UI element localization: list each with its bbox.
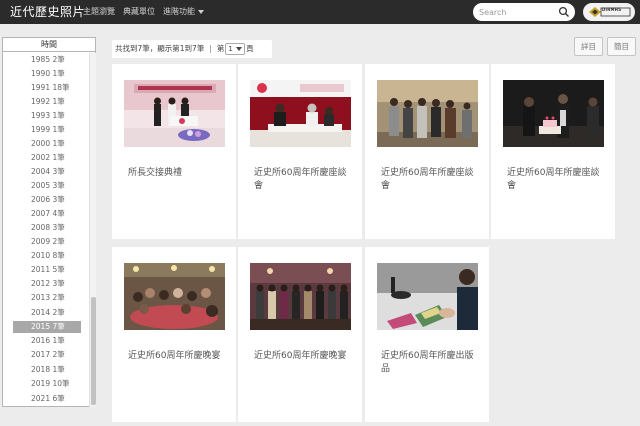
year-item[interactable]: 2012 3筆 [13,278,81,290]
result-summary-bar: 共找到7筆，顯示第1到7筆 | 第 1 頁 [112,40,272,58]
photo-caption[interactable]: 所長交接典禮 [128,167,224,180]
year-item[interactable]: 2000 1筆 [13,138,81,150]
nav-advanced-label: 進階功能 [163,7,195,16]
search-icon[interactable] [558,6,570,18]
site-title[interactable]: 近代歷史照片 [10,3,85,20]
photo-thumbnail[interactable] [250,263,351,330]
year-item[interactable]: 2002 1筆 [13,152,81,164]
photo-caption[interactable]: 近史所60周年所慶座談會 [507,167,603,193]
time-filter-panel: 時間 1985 2筆 1990 1筆 1991 18筆 1992 1筆 1993… [2,37,96,407]
photo-caption[interactable]: 近史所60周年所慶座談會 [381,167,477,193]
nav-collection-units[interactable]: 典藏單位 [123,6,155,17]
detailed-view-button[interactable]: 詳目 [574,37,603,56]
nav-theme-browse[interactable]: 主題瀏覽 [83,6,115,17]
photo-card[interactable]: 近史所60周年所慶晚宴 [238,247,362,422]
chevron-down-icon [236,47,243,51]
photo-thumbnail[interactable] [377,263,478,330]
photo-thumbnail[interactable] [377,80,478,147]
photo-thumbnail[interactable] [250,80,351,147]
year-item[interactable]: 2013 2筆 [13,292,81,304]
year-item[interactable]: 2017 2筆 [13,349,81,361]
year-item[interactable]: 2019 10筆 [13,378,81,390]
year-item[interactable]: 2021 6筆 [13,393,81,405]
photo-thumbnail[interactable] [124,263,225,330]
divider: | [209,44,212,53]
year-item[interactable]: 1990 1筆 [13,68,81,80]
photo-card[interactable]: 近史所60周年所慶出版品 [365,247,489,422]
photo-card[interactable]: 所長交接典禮 [112,64,236,239]
year-item[interactable]: 2009 2筆 [13,236,81,248]
year-item[interactable]: 2006 3筆 [13,194,81,206]
year-list: 1985 2筆 1990 1筆 1991 18筆 1992 1筆 1993 1筆… [3,53,89,407]
photo-caption[interactable]: 近史所60周年所慶出版品 [381,350,477,376]
page-prefix: 第 [216,44,225,53]
nav-advanced-functions[interactable]: 進階功能 [163,6,204,17]
brief-view-button[interactable]: 簡目 [607,37,636,56]
sidebar-title: 時間 [3,38,95,52]
year-item[interactable]: 1992 1筆 [13,96,81,108]
year-item-selected[interactable]: 2015 7筆 [13,321,81,333]
year-item[interactable]: 2004 3筆 [13,166,81,178]
year-item[interactable]: 2014 2筆 [13,307,81,319]
scrollbar-thumb[interactable] [91,297,96,405]
photo-card[interactable]: 近史所60周年所慶座談會 [491,64,615,239]
caret-down-icon [198,9,204,14]
institution-logo-button[interactable]: DIRMHS [583,3,635,21]
year-item[interactable]: 1985 2筆 [13,54,81,66]
photo-card[interactable]: 近史所60周年所慶晚宴 [112,247,236,422]
photo-card[interactable]: 近史所60周年所慶座談會 [365,64,489,239]
year-item[interactable]: 2010 8筆 [13,250,81,262]
top-navbar: 近代歷史照片 主題瀏覽 典藏單位 進階功能 DIRMHS [0,0,640,24]
year-item[interactable]: 2011 5筆 [13,264,81,276]
year-item[interactable]: 2005 3筆 [13,180,81,192]
page-select-value: 1 [228,45,233,53]
photo-caption[interactable]: 近史所60周年所慶座談會 [254,167,350,193]
photo-caption[interactable]: 近史所60周年所慶晚宴 [128,350,224,363]
page-suffix: 頁 [246,44,254,53]
photo-thumbnail[interactable] [124,80,225,147]
year-item[interactable]: 2016 1筆 [13,335,81,347]
page-select[interactable]: 1 [225,43,246,55]
year-item[interactable]: 1999 1筆 [13,124,81,136]
photo-thumbnail[interactable] [503,80,604,147]
logo-text: DIRMHS [602,7,622,12]
year-item[interactable]: 2007 4筆 [13,208,81,220]
photo-caption[interactable]: 近史所60周年所慶晚宴 [254,350,350,363]
result-summary-text: 共找到7筆，顯示第1到7筆 [115,44,205,53]
search-box [473,3,575,21]
year-item[interactable]: 1991 18筆 [13,82,81,94]
year-item[interactable]: 2018 1筆 [13,364,81,376]
year-item[interactable]: 1993 1筆 [13,110,81,122]
search-input[interactable] [479,6,557,18]
year-item[interactable]: 2008 3筆 [13,222,81,234]
year-list-scrollbar[interactable] [89,53,96,407]
photo-card[interactable]: 近史所60周年所慶座談會 [238,64,362,239]
